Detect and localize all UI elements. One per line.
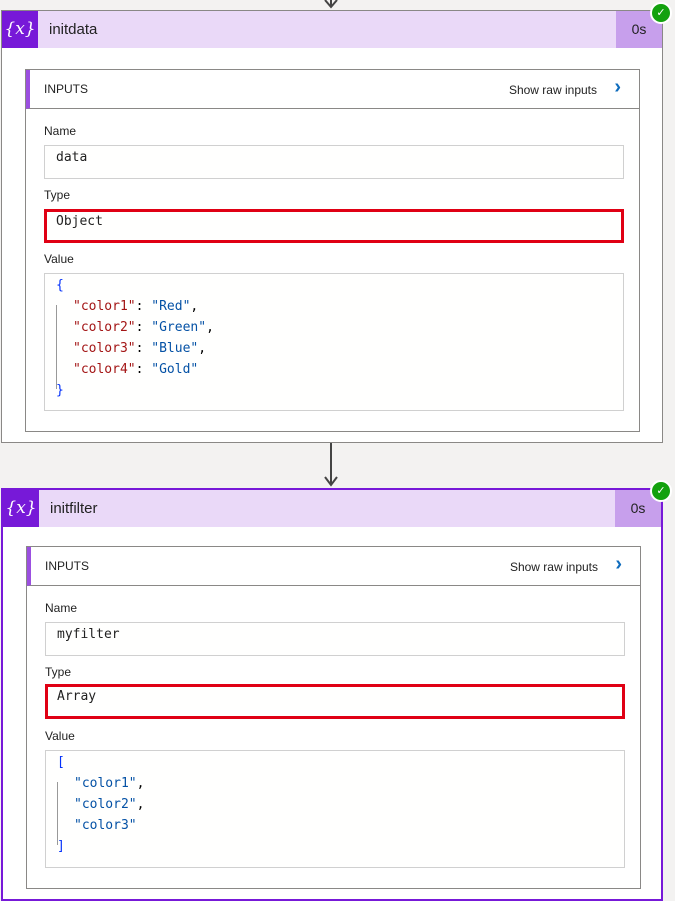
type-label: Type [44,188,71,202]
inputs-panel: INPUTS Show raw inputs › Name myfilter T… [26,546,641,889]
code-line: "color2", [74,797,145,812]
card-title: initfilter [50,500,98,517]
variable-icon: {x} [3,490,39,527]
card-header[interactable]: {x} initfilter 0s [3,490,661,527]
inputs-header: INPUTS Show raw inputs › [27,547,640,586]
code-close-brace: } [56,383,64,398]
code-line: "color2": "Green", [73,320,214,335]
action-card-initfilter[interactable]: {x} initfilter 0s INPUTS Show raw inputs… [1,488,663,901]
indent-guide [56,305,57,389]
name-label: Name [45,601,78,615]
code-open-bracket: [ [57,755,65,770]
code-close-bracket: ] [57,839,65,854]
connector-arrow-top [324,0,338,10]
success-check-icon: ✓ [650,2,672,24]
name-field: myfilter [45,622,625,656]
type-label: Type [45,665,72,679]
code-line: "color4": "Gold" [73,362,199,377]
type-field: Array [45,684,625,719]
value-label: Value [45,729,75,743]
card-header[interactable]: {x} initdata 0s [2,11,662,48]
inputs-header: INPUTS Show raw inputs › [26,70,639,109]
value-code-block: { "color1": "Red", "color2": "Green", "c… [44,273,624,411]
type-field: Object [44,209,624,243]
action-card-initdata[interactable]: {x} initdata 0s INPUTS Show raw inputs ›… [1,10,663,443]
card-title: initdata [49,21,98,38]
show-raw-inputs-link[interactable]: Show raw inputs [510,560,598,574]
chevron-right-icon[interactable]: › [615,553,622,576]
value-code-block: [ "color1", "color2", "color3" ] [45,750,625,868]
inputs-panel: INPUTS Show raw inputs › Name data Type … [25,69,640,432]
code-open-brace: { [56,278,64,293]
connector-arrow [324,443,338,488]
value-label: Value [44,252,74,266]
show-raw-inputs-link[interactable]: Show raw inputs [509,83,597,97]
code-line: "color3" [74,818,137,833]
code-line: "color3": "Blue", [73,341,207,356]
name-field: data [44,145,624,179]
code-line: "color1", [74,776,145,791]
variable-icon: {x} [2,11,38,48]
code-line: "color1": "Red", [73,299,199,314]
name-label: Name [44,124,77,138]
chevron-right-icon[interactable]: › [614,76,621,99]
inputs-heading: INPUTS [45,559,90,573]
success-check-icon: ✓ [650,480,672,502]
inputs-heading: INPUTS [44,82,89,96]
